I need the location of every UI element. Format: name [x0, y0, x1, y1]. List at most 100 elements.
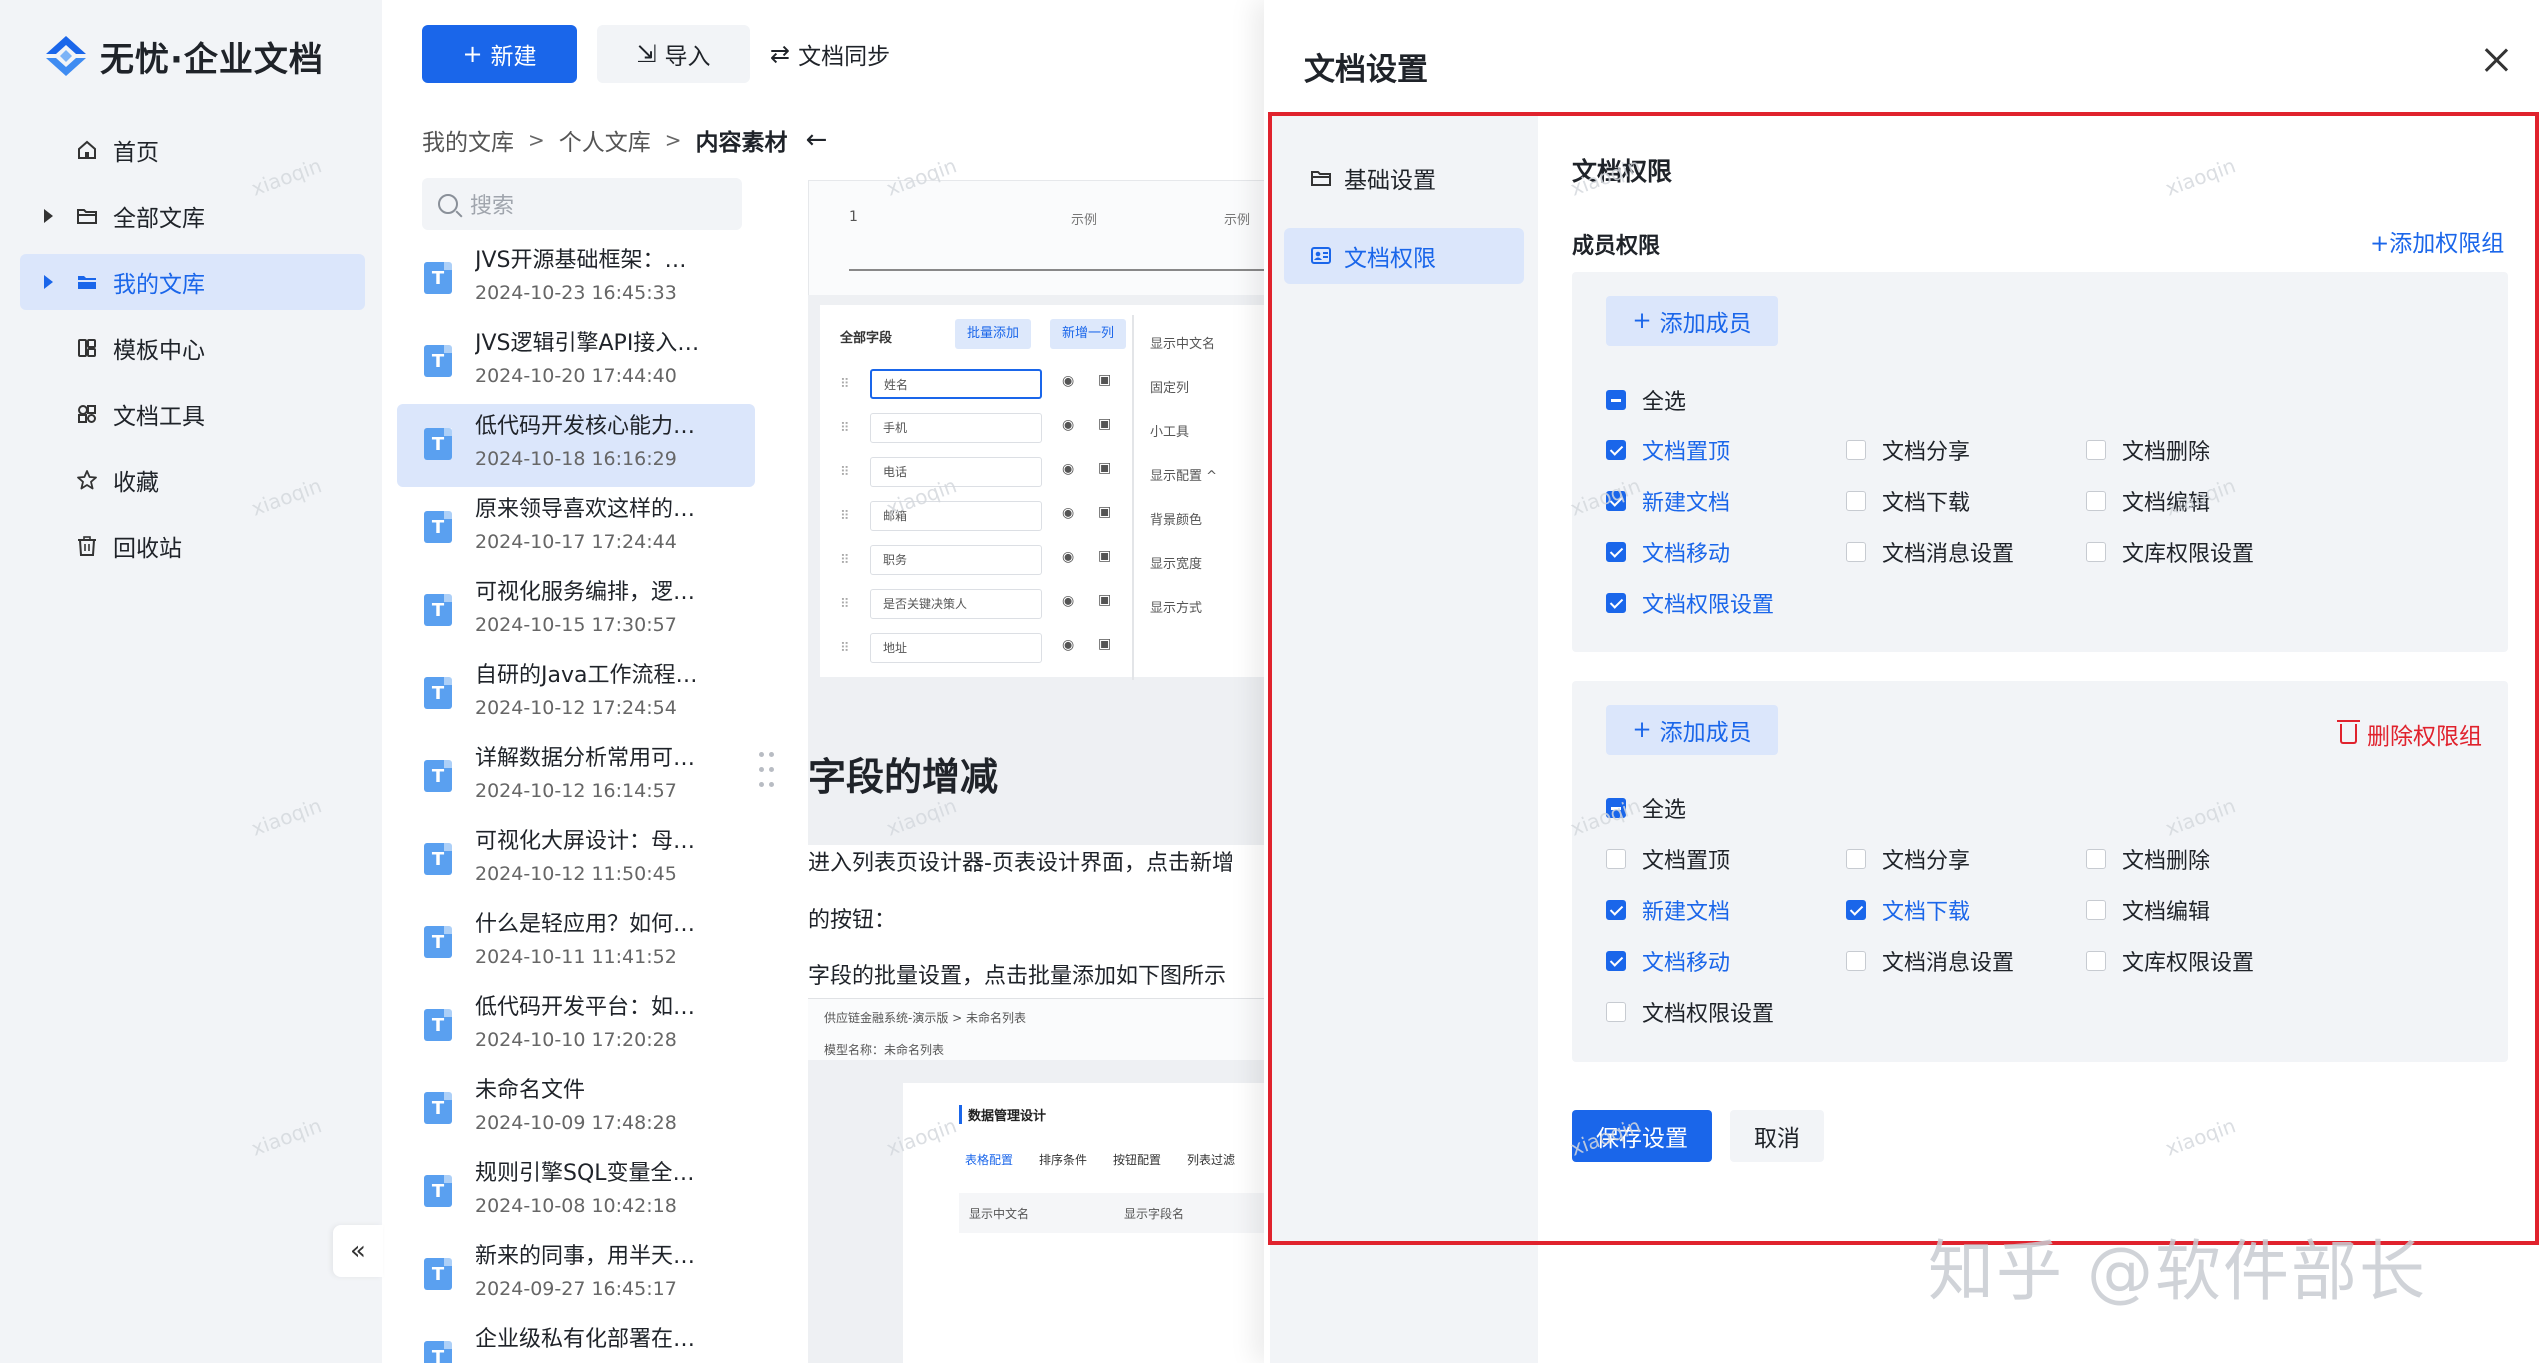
search-input[interactable]: 搜索	[422, 178, 742, 230]
select-all-checkbox[interactable]: 全选	[1606, 384, 1686, 416]
document-icon: T	[424, 677, 452, 709]
permission-checkbox[interactable]: 文档移动	[1606, 945, 1730, 977]
permission-checkbox[interactable]: 文档删除	[2086, 434, 2210, 466]
folder-icon	[1310, 167, 1332, 189]
search-placeholder: 搜索	[470, 194, 515, 219]
list-item[interactable]: T 可视化大屏设计：母… 2024-10-12 11:50:45	[397, 819, 755, 902]
doc-date: 2024-10-17 17:24:44	[475, 531, 677, 553]
permission-checkbox[interactable]: 文档移动	[1606, 536, 1730, 568]
permission-checkbox[interactable]: 文档权限设置	[1606, 996, 1774, 1028]
delete-permission-group-button[interactable]: 删除权限组	[2337, 717, 2482, 751]
checkbox-unchecked-icon	[2086, 440, 2106, 460]
permission-checkbox[interactable]: 文档置顶	[1606, 434, 1730, 466]
permission-group: + 添加成员 删除权限组 全选 文档置顶 文档分享 文档删除 新建文档 文档下载 文档编辑文…	[1572, 681, 2508, 1062]
permission-checkbox[interactable]: 文档置顶	[1606, 843, 1730, 875]
sidebar-item-all-library[interactable]: 全部文库	[20, 188, 365, 244]
import-button[interactable]: ⇲ 导入	[597, 25, 750, 83]
sync-icon: ⇄	[770, 40, 791, 68]
field-panel-title: 全部字段	[840, 331, 893, 346]
list-item[interactable]: T 可视化服务编排，逻… 2024-10-15 17:30:57	[397, 570, 755, 653]
eye-icon: ◉	[1062, 373, 1075, 389]
drag-handle-icon[interactable]	[757, 750, 779, 790]
doc-date: 2024-10-18 16:16:29	[475, 448, 677, 470]
divider	[1132, 315, 1134, 680]
trash-icon: ▣	[1098, 372, 1112, 388]
document-icon: T	[424, 511, 452, 543]
logo[interactable]: 无忧·企业文档	[42, 30, 324, 82]
list-item[interactable]: T 什么是轻应用？如何… 2024-10-11 11:41:52	[397, 902, 755, 985]
checkbox-unchecked-icon	[1846, 440, 1866, 460]
breadcrumb-item[interactable]: 我的文库	[422, 123, 514, 157]
add-member-button[interactable]: + 添加成员	[1606, 296, 1778, 346]
settings-tab-permission[interactable]: 文档权限	[1284, 228, 1524, 284]
list-item[interactable]: T 未命名文件 2024-10-09 17:48:28	[397, 1068, 755, 1151]
folder-icon	[76, 205, 98, 227]
permission-checkbox[interactable]: 文档分享	[1846, 843, 1970, 875]
document-icon: T	[424, 345, 452, 377]
breadcrumb-current: 内容素材	[695, 130, 788, 156]
permission-checkbox[interactable]: 文档编辑	[2086, 894, 2210, 926]
zhihu-watermark: 知乎 @软件部长	[1928, 1233, 2427, 1310]
permission-checkbox[interactable]: 文档下载	[1846, 894, 1970, 926]
tools-icon	[76, 403, 98, 425]
chevron-right-icon: >	[528, 128, 545, 152]
expand-caret-icon[interactable]	[44, 275, 53, 289]
add-member-button[interactable]: + 添加成员	[1606, 705, 1778, 755]
eye-icon: ◉	[1062, 461, 1075, 477]
list-item[interactable]: T JVS开源基础框架：… 2024-10-23 16:45:33	[397, 238, 755, 321]
list-item[interactable]: T 自研的Java工作流程… 2024-10-12 17:24:54	[397, 653, 755, 736]
home-icon	[76, 139, 98, 161]
permission-checkbox[interactable]: 文档消息设置	[1846, 945, 2014, 977]
member-permission-label: 成员权限	[1572, 234, 1661, 259]
drag-handle-icon: ⠿	[840, 377, 850, 392]
doc-sync-button[interactable]: ⇄ 文档同步	[770, 25, 890, 83]
field-row: ⠿ 地址 ◉ ▣	[840, 627, 1130, 671]
add-permission-group-button[interactable]: +添加权限组	[2370, 224, 2504, 258]
new-button[interactable]: + 新建	[422, 25, 577, 83]
document-list: T JVS开源基础框架：… 2024-10-23 16:45:33 T JVS逻辑引擎A…	[397, 238, 755, 1363]
watermark: xiaoqin	[2162, 153, 2239, 201]
doc-title: 规则引擎SQL变量全…	[475, 1161, 695, 1186]
document-icon: T	[424, 594, 452, 626]
sidebar-item-my-library[interactable]: 我的文库	[20, 254, 365, 310]
doc-date: 2024-10-10 17:20:28	[475, 1029, 677, 1051]
permission-checkbox[interactable]: 文库权限设置	[2086, 945, 2254, 977]
list-item[interactable]: T 规则引擎SQL变量全… 2024-10-08 10:42:18	[397, 1151, 755, 1234]
list-item[interactable]: T 新来的同事，用半天… 2024-09-27 16:45:17	[397, 1234, 755, 1317]
checkbox-unchecked-icon	[1846, 542, 1866, 562]
trash-icon	[2337, 720, 2360, 744]
list-item[interactable]: T JVS逻辑引擎API接入… 2024-10-20 17:44:40	[397, 321, 755, 404]
collapse-sidebar-button[interactable]: «	[333, 1225, 383, 1277]
cancel-button[interactable]: 取消	[1730, 1110, 1824, 1162]
permission-checkbox[interactable]: 文库权限设置	[2086, 536, 2254, 568]
checkbox-unchecked-icon	[2086, 542, 2106, 562]
close-icon[interactable]	[2480, 44, 2512, 76]
list-item[interactable]: T 详解数据分析常用可… 2024-10-12 16:14:57	[397, 736, 755, 819]
permission-checkbox[interactable]: 文档下载	[1846, 485, 1970, 517]
permission-checkbox[interactable]: 文档权限设置	[1606, 587, 1774, 619]
expand-caret-icon[interactable]	[44, 209, 53, 223]
permission-checkbox[interactable]: 文档分享	[1846, 434, 1970, 466]
doc-date: 2024-10-12 16:14:57	[475, 780, 677, 802]
add-column-button: 新增一列	[1050, 319, 1127, 349]
list-item[interactable]: T企业级私有化部署在…2024-09-26 15:23:57	[397, 1317, 755, 1363]
breadcrumb-item[interactable]: 个人文库	[559, 123, 651, 157]
permission-checkbox[interactable]: 文档删除	[2086, 843, 2210, 875]
list-item[interactable]: T 原来领导喜欢这样的… 2024-10-17 17:24:44	[397, 487, 755, 570]
field-option: 固定列	[1150, 381, 1190, 396]
trash-icon: ▣	[1098, 592, 1112, 608]
permission-icon	[1310, 245, 1332, 267]
settings-tab-basic[interactable]: 基础设置	[1284, 150, 1524, 206]
permission-checkbox[interactable]: 文档消息设置	[1846, 536, 2014, 568]
sidebar-item-recycle-bin[interactable]: 回收站	[20, 518, 365, 574]
plus-icon: +	[462, 40, 483, 68]
list-item[interactable]: T 低代码开发平台：如… 2024-10-10 17:20:28	[397, 985, 755, 1068]
sidebar-item-doc-tools[interactable]: 文档工具	[20, 386, 365, 442]
sidebar-item-template-center[interactable]: 模板中心	[20, 320, 365, 376]
field-option: 背景颜色	[1150, 513, 1203, 528]
doc-title: 什么是轻应用？如何…	[475, 912, 696, 937]
list-item[interactable]: T 低代码开发核心能力… 2024-10-18 16:16:29	[397, 404, 755, 487]
screenshot-tabs: 表格配置 排序条件 按钮配置 列表过滤	[965, 1151, 1261, 1168]
permission-checkbox[interactable]: 新建文档	[1606, 894, 1730, 926]
doc-settings-panel: 文档设置 基础设置 文档权限 文档权限 成员权限 +添加权限组 + 添加成员 全选…	[1264, 0, 2543, 1363]
